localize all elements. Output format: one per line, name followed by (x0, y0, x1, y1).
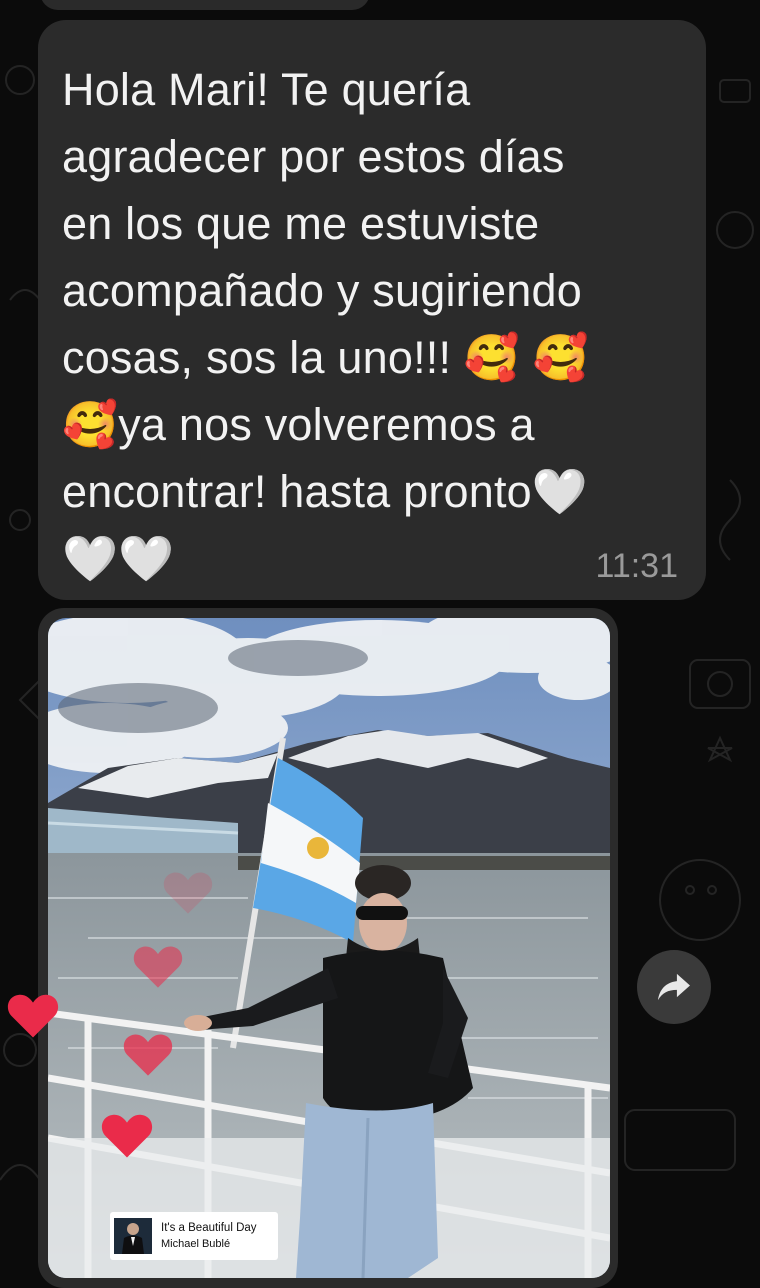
text-message-bubble[interactable]: Hola Mari! Te quería agradecer por estos… (38, 20, 706, 600)
share-forward-icon (658, 973, 690, 1001)
message-text: Hola Mari! Te quería agradecer por estos… (62, 64, 590, 584)
music-sticker[interactable]: It's a Beautiful Day Michael Bublé (110, 1212, 278, 1260)
heart-sticker-icon (123, 1034, 173, 1076)
previous-message-bubble (40, 0, 370, 10)
song-title: It's a Beautiful Day (161, 1222, 257, 1234)
heart-sticker-icon (101, 1114, 153, 1158)
heart-sticker-icon (7, 994, 59, 1038)
album-art (114, 1218, 152, 1254)
message-timestamp: 11:31 (595, 547, 678, 585)
heart-sticker-icon (133, 946, 183, 988)
heart-sticker-icon (163, 872, 213, 914)
forward-button[interactable] (637, 950, 711, 1024)
song-artist: Michael Bublé (161, 1238, 231, 1250)
